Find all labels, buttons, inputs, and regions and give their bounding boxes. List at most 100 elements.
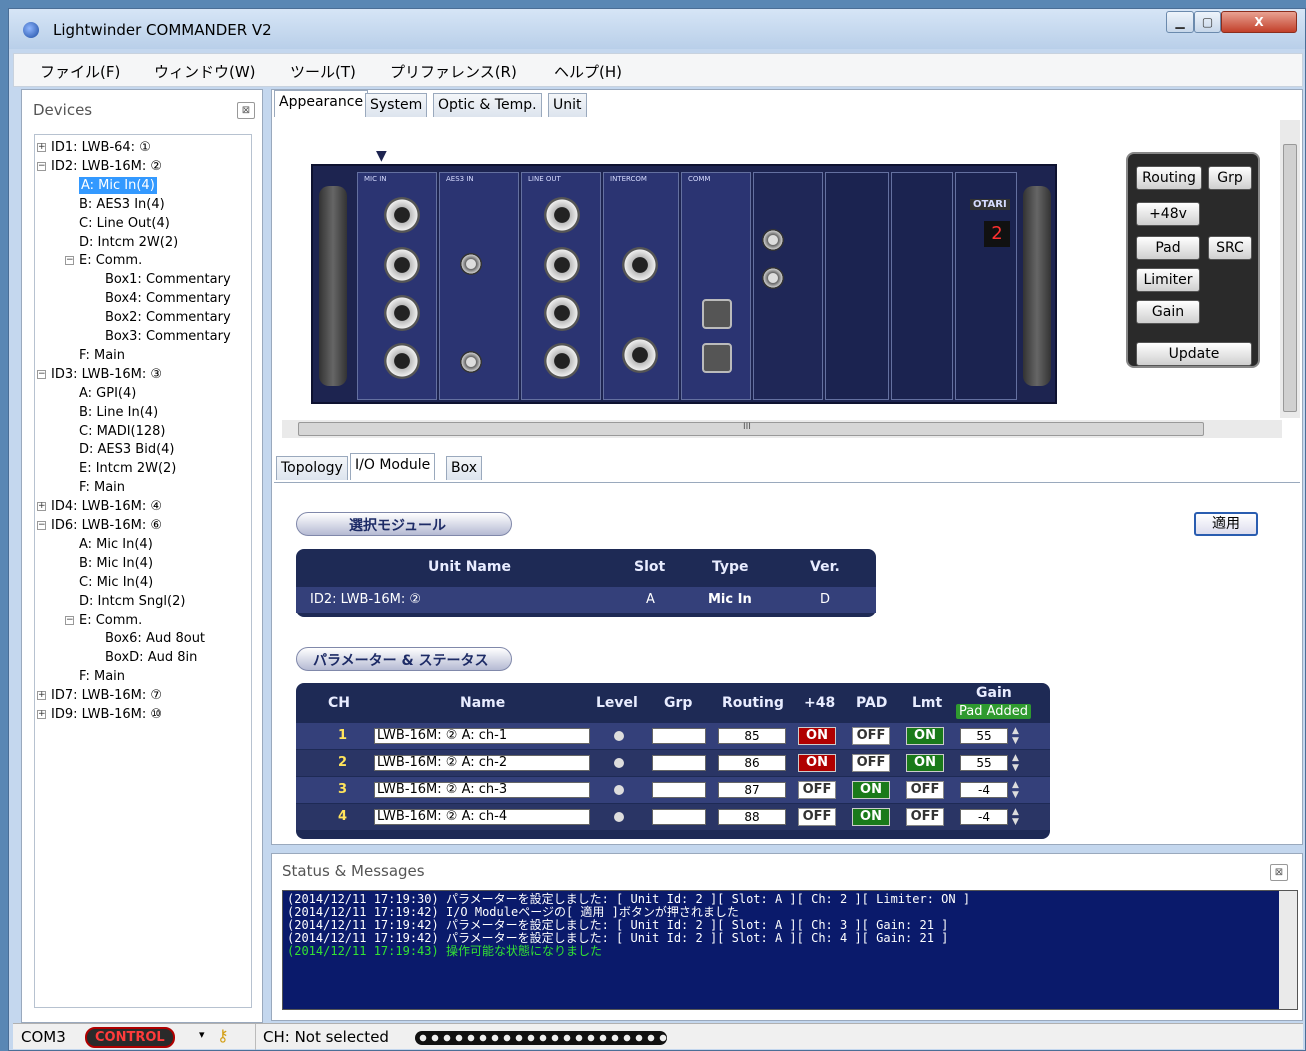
status-close-button[interactable]: ⊠ bbox=[1270, 864, 1288, 881]
tree-node[interactable]: E: Comm. bbox=[79, 612, 142, 629]
menu-window[interactable]: ウィンドウ(W) bbox=[154, 61, 256, 82]
routing-input[interactable]: 88 bbox=[718, 809, 786, 825]
tree-node[interactable]: ID2: LWB-16M: ② bbox=[51, 158, 162, 175]
limiter-toggle[interactable]: OFF bbox=[906, 808, 944, 826]
tree-node[interactable]: E: Intcm 2W(2) bbox=[79, 460, 176, 477]
expand-icon[interactable]: + bbox=[37, 691, 46, 701]
tree-node[interactable]: C: MADI(128) bbox=[79, 423, 166, 440]
update-button[interactable]: Update bbox=[1136, 342, 1252, 366]
grp-input[interactable] bbox=[652, 728, 706, 744]
channel-name-input[interactable]: LWB-16M: ② A: ch-1 bbox=[374, 728, 590, 744]
tree-node[interactable]: ID1: LWB-64: ① bbox=[51, 139, 151, 156]
card-intercom[interactable]: INTERCOM bbox=[603, 172, 679, 400]
card-mic-in[interactable]: MIC IN bbox=[357, 172, 437, 400]
menu-preferences[interactable]: プリファレンス(R) bbox=[390, 61, 517, 82]
limiter-toggle[interactable]: ON bbox=[906, 727, 944, 745]
collapse-icon[interactable]: − bbox=[37, 161, 46, 171]
gain-input[interactable]: 55 bbox=[960, 728, 1008, 744]
gain-button[interactable]: Gain bbox=[1136, 300, 1200, 324]
control-dropdown-icon[interactable]: ▾ bbox=[199, 1028, 205, 1041]
gain-spinner-icon[interactable]: ▲ ▼ bbox=[1012, 726, 1026, 746]
tree-node[interactable]: ID6: LWB-16M: ⑥ bbox=[51, 517, 162, 534]
card-aes3-in[interactable]: AES3 IN bbox=[439, 172, 519, 400]
card-comm[interactable]: COMM bbox=[681, 172, 751, 400]
tree-node[interactable]: F: Main bbox=[79, 347, 125, 364]
tree-node[interactable]: B: Line In(4) bbox=[79, 404, 158, 421]
pad-toggle[interactable]: ON bbox=[852, 808, 890, 826]
phantom-48v-toggle[interactable]: OFF bbox=[798, 781, 836, 799]
tree-node[interactable]: E: Comm. bbox=[79, 252, 142, 269]
minimize-button[interactable]: ▁ bbox=[1166, 11, 1194, 33]
tree-node[interactable]: ID7: LWB-16M: ⑦ bbox=[51, 687, 162, 704]
scrollbar-thumb[interactable]: III bbox=[298, 422, 1204, 436]
channel-name-input[interactable]: LWB-16M: ② A: ch-4 bbox=[374, 809, 590, 825]
gain-input[interactable]: -4 bbox=[960, 809, 1008, 825]
pad-toggle[interactable]: OFF bbox=[852, 754, 890, 772]
routing-input[interactable]: 85 bbox=[718, 728, 786, 744]
limiter-button[interactable]: Limiter bbox=[1136, 268, 1200, 292]
phantom-48v-toggle[interactable]: OFF bbox=[798, 808, 836, 826]
tree-node[interactable]: B: AES3 In(4) bbox=[79, 196, 165, 213]
routing-input[interactable]: 87 bbox=[718, 782, 786, 798]
title-bar[interactable]: Lightwinder COMMANDER V2 ▁ ▢ X bbox=[9, 9, 1305, 49]
control-badge[interactable]: CONTROL bbox=[85, 1027, 175, 1048]
channel-name-input[interactable]: LWB-16M: ② A: ch-2 bbox=[374, 755, 590, 771]
grp-input[interactable] bbox=[652, 755, 706, 771]
collapse-icon[interactable]: − bbox=[37, 369, 46, 379]
tree-node[interactable]: C: Line Out(4) bbox=[79, 215, 170, 232]
card-empty-slot[interactable] bbox=[891, 172, 953, 400]
routing-input[interactable]: 86 bbox=[718, 755, 786, 771]
grp-input[interactable] bbox=[652, 782, 706, 798]
apply-button[interactable]: 適用 bbox=[1194, 512, 1258, 536]
tree-node[interactable]: A: Mic In(4) bbox=[79, 536, 153, 553]
gain-input[interactable]: -4 bbox=[960, 782, 1008, 798]
phantom-48v-button[interactable]: +48v bbox=[1136, 202, 1200, 226]
gain-spinner-icon[interactable]: ▲ ▼ bbox=[1012, 807, 1026, 827]
tab-appearance[interactable]: Appearance bbox=[274, 90, 369, 117]
appearance-vertical-scrollbar[interactable] bbox=[1280, 120, 1300, 418]
devices-close-button[interactable]: ⊠ bbox=[237, 102, 255, 119]
phantom-48v-toggle[interactable]: ON bbox=[798, 727, 836, 745]
log-scrollbar[interactable] bbox=[1279, 891, 1297, 1009]
limiter-toggle[interactable]: ON bbox=[906, 754, 944, 772]
key-icon[interactable]: ⚷ bbox=[217, 1026, 229, 1045]
tree-node[interactable]: Box1: Commentary bbox=[105, 271, 231, 288]
pad-toggle[interactable]: ON bbox=[852, 781, 890, 799]
collapse-icon[interactable]: − bbox=[65, 256, 74, 266]
scrollbar-thumb[interactable] bbox=[1283, 144, 1297, 412]
channel-name-input[interactable]: LWB-16M: ② A: ch-3 bbox=[374, 782, 590, 798]
card-line-out[interactable]: LINE OUT bbox=[521, 172, 601, 400]
tree-node[interactable]: Box3: Commentary bbox=[105, 328, 231, 345]
menu-tools[interactable]: ツール(T) bbox=[290, 61, 356, 82]
tree-node[interactable]: ID3: LWB-16M: ③ bbox=[51, 366, 162, 383]
limiter-toggle[interactable]: OFF bbox=[906, 781, 944, 799]
card-optical[interactable] bbox=[753, 172, 823, 400]
tab-box[interactable]: Box bbox=[446, 456, 483, 480]
expand-icon[interactable]: + bbox=[37, 143, 46, 152]
tree-node[interactable]: F: Main bbox=[79, 668, 125, 685]
appearance-horizontal-scrollbar[interactable]: III bbox=[282, 420, 1282, 438]
tree-node[interactable]: D: Intcm Sngl(2) bbox=[79, 593, 185, 610]
tree-node[interactable]: Box4: Commentary bbox=[105, 290, 231, 307]
gain-spinner-icon[interactable]: ▲ ▼ bbox=[1012, 753, 1026, 773]
tree-node[interactable]: Box6: Aud 8out bbox=[105, 630, 205, 647]
card-empty-slot[interactable] bbox=[825, 172, 889, 400]
src-button[interactable]: SRC bbox=[1208, 236, 1252, 260]
expand-icon[interactable]: + bbox=[37, 502, 46, 512]
routing-button[interactable]: Routing bbox=[1136, 166, 1202, 190]
tree-node[interactable]: A: Mic In(4) bbox=[79, 176, 157, 194]
collapse-icon[interactable]: − bbox=[65, 615, 74, 625]
card-main[interactable]: OTARI 2 bbox=[955, 172, 1017, 400]
menu-file[interactable]: ファイル(F) bbox=[40, 61, 120, 82]
tree-node[interactable]: Box2: Commentary bbox=[105, 309, 231, 326]
tab-topology[interactable]: Topology bbox=[276, 456, 348, 480]
gain-input[interactable]: 55 bbox=[960, 755, 1008, 771]
tree-node[interactable]: B: Mic In(4) bbox=[79, 555, 153, 572]
grp-input[interactable] bbox=[652, 809, 706, 825]
pad-button[interactable]: Pad bbox=[1136, 236, 1200, 260]
tab-unit[interactable]: Unit bbox=[548, 93, 587, 117]
tree-node[interactable]: ID4: LWB-16M: ④ bbox=[51, 498, 162, 515]
tab-optic-temp[interactable]: Optic & Temp. bbox=[433, 93, 542, 117]
tree-node[interactable]: C: Mic In(4) bbox=[79, 574, 153, 591]
tree-node[interactable]: D: Intcm 2W(2) bbox=[79, 234, 178, 251]
